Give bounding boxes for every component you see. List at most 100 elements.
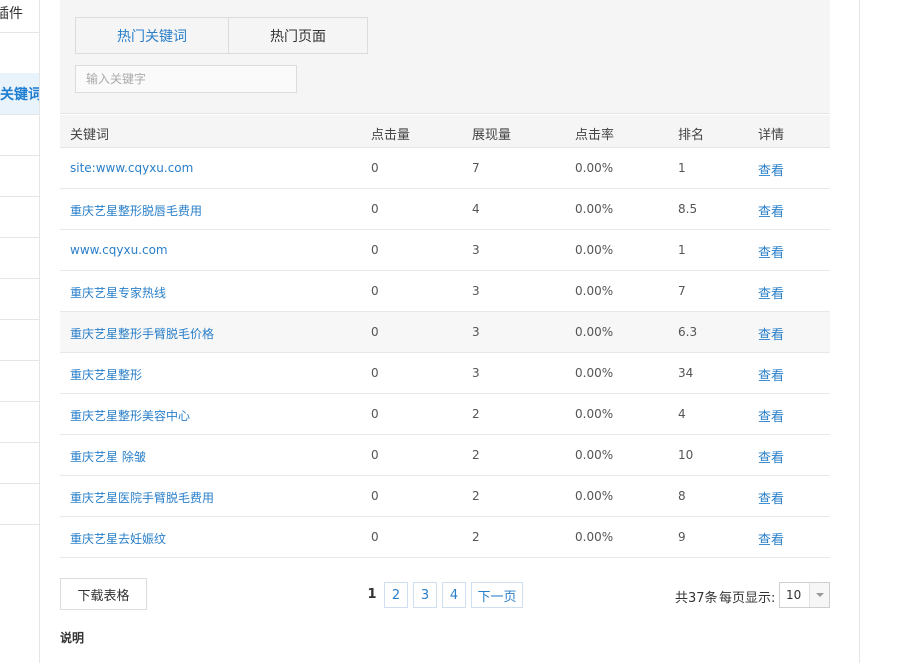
impressions-cell: 4 [472,202,480,216]
keyword-link[interactable]: www.cqyxu.com [70,243,168,257]
download-table-button[interactable]: 下载表格 [60,578,147,610]
sidebar: 插件 关键词 [0,0,40,663]
keyword-table: 关键词 点击量 展现量 点击率 排名 详情 site:www.cqyxu.com… [60,115,830,558]
page-3-button[interactable]: 3 [413,582,437,608]
ctr-cell: 0.00% [575,448,614,462]
table-row: www.cqyxu.com 0 3 0.00% 1 查看 [60,230,830,271]
keyword-link[interactable]: 重庆艺星整形手臂脱毛价格 [70,325,214,342]
ctr-cell: 0.00% [575,530,614,544]
divider [0,278,39,279]
rank-cell: 9 [678,530,686,544]
per-page-label: 每页显示: [719,591,776,606]
view-detail-link[interactable]: 查看 [758,406,784,425]
rank-cell: 1 [678,243,686,257]
page-4-button[interactable]: 4 [442,582,466,608]
impressions-cell: 2 [472,489,480,503]
table-row: 重庆艺星整形脱唇毛费用 0 4 0.00% 8.5 查看 [60,189,830,230]
rank-cell: 4 [678,407,686,421]
impressions-cell: 2 [472,530,480,544]
impressions-cell: 7 [472,161,480,175]
sidebar-item-label: 关键词 [0,87,40,103]
keyword-link[interactable]: 重庆艺星整形脱唇毛费用 [70,202,202,219]
clicks-cell: 0 [371,530,379,544]
rank-cell: 34 [678,366,694,380]
divider [0,196,39,197]
header-ctr: 点击率 [575,128,615,143]
chevron-down-icon[interactable] [809,583,829,607]
header-impressions: 展现量 [472,128,512,143]
notes-title: 说明 [60,631,85,645]
keyword-link[interactable]: 重庆艺星去妊娠纹 [70,530,166,547]
view-detail-link[interactable]: 查看 [758,365,784,384]
clicks-cell: 0 [371,448,379,462]
impressions-cell: 3 [472,284,480,298]
table-row: 重庆艺星整形 0 3 0.00% 34 查看 [60,353,830,394]
divider [0,483,39,484]
divider [0,524,39,525]
table-row: site:www.cqyxu.com 0 7 0.00% 1 查看 [60,148,830,189]
rank-cell: 8 [678,489,686,503]
ctr-cell: 0.00% [575,366,614,380]
divider [0,114,39,115]
table-row: 重庆艺星整形手臂脱毛价格 0 3 0.00% 6.3 查看 [60,312,830,353]
table-row: 重庆艺星专家热线 0 3 0.00% 7 查看 [60,271,830,312]
clicks-cell: 0 [371,366,379,380]
view-detail-link[interactable]: 查看 [758,529,784,548]
keyword-link[interactable]: 重庆艺星整形美容中心 [70,407,190,424]
header-clicks: 点击量 [371,128,411,143]
total-count: 共37条 [675,591,718,606]
sidebar-item-plugins[interactable]: 插件 [0,0,39,33]
clicks-cell: 0 [371,161,379,175]
per-page-select[interactable]: 10 [779,582,830,608]
divider [0,319,39,320]
keyword-link[interactable]: 重庆艺星医院手臂脱毛费用 [70,489,214,506]
divider [0,155,39,156]
keyword-link[interactable]: site:www.cqyxu.com [70,161,193,175]
view-detail-link[interactable]: 查看 [758,242,784,261]
rank-cell: 8.5 [678,202,698,216]
panel-border [859,0,860,663]
rank-cell: 6.3 [678,325,698,339]
divider [0,360,39,361]
keyword-link[interactable]: 重庆艺星 除皱 [70,448,146,465]
ctr-cell: 0.00% [575,407,614,421]
clicks-cell: 0 [371,325,379,339]
ctr-cell: 0.00% [575,202,614,216]
sidebar-item-label: 插件 [0,6,23,22]
per-page-value: 10 [786,588,802,602]
keyword-link[interactable]: 重庆艺星专家热线 [70,284,166,301]
view-detail-link[interactable]: 查看 [758,283,784,302]
filter-area: 热门关键词 热门页面 [60,0,830,114]
table-header: 关键词 点击量 展现量 点击率 排名 详情 [60,115,830,148]
view-detail-link[interactable]: 查看 [758,488,784,507]
clicks-cell: 0 [371,243,379,257]
tab-hot-keywords[interactable]: 热门关键词 [75,17,229,54]
ctr-cell: 0.00% [575,284,614,298]
view-detail-link[interactable]: 查看 [758,447,784,466]
divider [0,442,39,443]
header-keyword: 关键词 [70,128,110,143]
ctr-cell: 0.00% [575,243,614,257]
table-row: 重庆艺星 除皱 0 2 0.00% 10 查看 [60,435,830,476]
sidebar-item-keywords[interactable]: 关键词 [0,73,40,114]
ctr-cell: 0.00% [575,489,614,503]
header-rank: 排名 [678,128,705,143]
clicks-cell: 0 [371,202,379,216]
view-detail-link[interactable]: 查看 [758,324,784,343]
impressions-cell: 3 [472,366,480,380]
rank-cell: 10 [678,448,694,462]
keyword-link[interactable]: 重庆艺星整形 [70,366,142,383]
view-detail-link[interactable]: 查看 [758,160,784,179]
tab-hot-pages[interactable]: 热门页面 [228,17,368,54]
keyword-search-input[interactable] [75,65,297,93]
divider [0,237,39,238]
table-row: 重庆艺星去妊娠纹 0 2 0.00% 9 查看 [60,517,830,558]
next-page-button[interactable]: 下一页 [471,582,523,608]
page-2-button[interactable]: 2 [384,582,408,608]
impressions-cell: 2 [472,407,480,421]
view-detail-link[interactable]: 查看 [758,201,784,220]
impressions-cell: 2 [472,448,480,462]
clicks-cell: 0 [371,284,379,298]
ctr-cell: 0.00% [575,161,614,175]
header-detail: 详情 [758,128,785,143]
